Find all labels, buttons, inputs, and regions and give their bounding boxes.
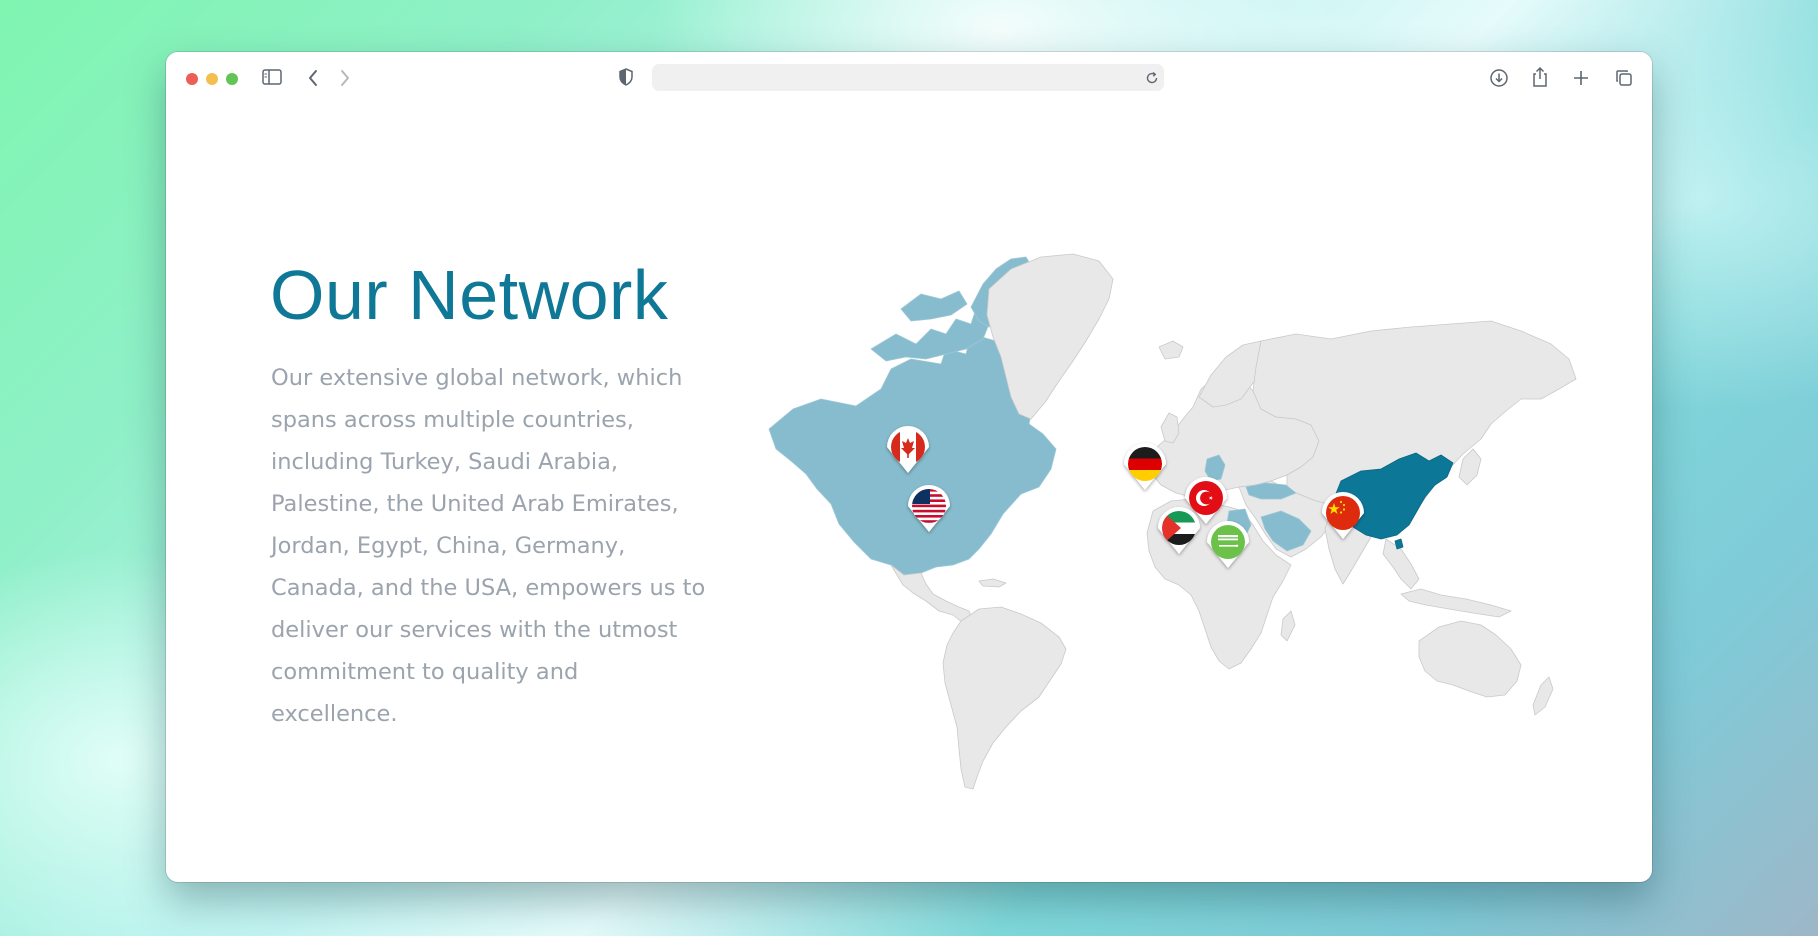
zoom-window-button[interactable] (226, 73, 238, 85)
new-zealand-shape (1532, 676, 1554, 716)
australia-shape (1418, 620, 1522, 698)
indonesia-shape (1400, 588, 1512, 618)
close-window-button[interactable] (186, 73, 198, 85)
address-bar[interactable] (652, 64, 1164, 91)
tabs-overview-icon[interactable] (1615, 69, 1633, 87)
palestine-flag-icon (1162, 511, 1196, 545)
shield-icon[interactable] (618, 68, 634, 86)
minimize-window-button[interactable] (206, 73, 218, 85)
sidebar-icon[interactable] (262, 69, 282, 85)
ellesmere-island-shape (900, 290, 968, 322)
back-icon[interactable] (307, 69, 319, 87)
reload-icon[interactable] (1145, 71, 1159, 85)
china-flag-icon (1326, 496, 1360, 530)
browser-window: Our Network Our extensive global network… (166, 52, 1652, 882)
share-icon[interactable] (1531, 66, 1549, 88)
iceland-shape (1158, 340, 1184, 360)
usa-flag-icon (912, 489, 946, 523)
south-america-shape (942, 606, 1067, 790)
madagascar-shape (1280, 610, 1296, 642)
page-title: Our Network (270, 256, 669, 334)
saudi-flag-icon (1211, 525, 1245, 559)
caribbean-shape (978, 578, 1007, 588)
turkey-flag-icon (1189, 481, 1223, 515)
page-content: Our Network Our extensive global network… (166, 104, 1652, 882)
forward-icon[interactable] (339, 69, 351, 87)
page-description: Our extensive global network, which span… (271, 365, 706, 727)
germany-flag-icon (1128, 447, 1162, 481)
new-tab-icon[interactable] (1572, 69, 1590, 87)
browser-toolbar (166, 52, 1652, 104)
world-map (768, 253, 1577, 790)
download-icon[interactable] (1489, 68, 1509, 88)
